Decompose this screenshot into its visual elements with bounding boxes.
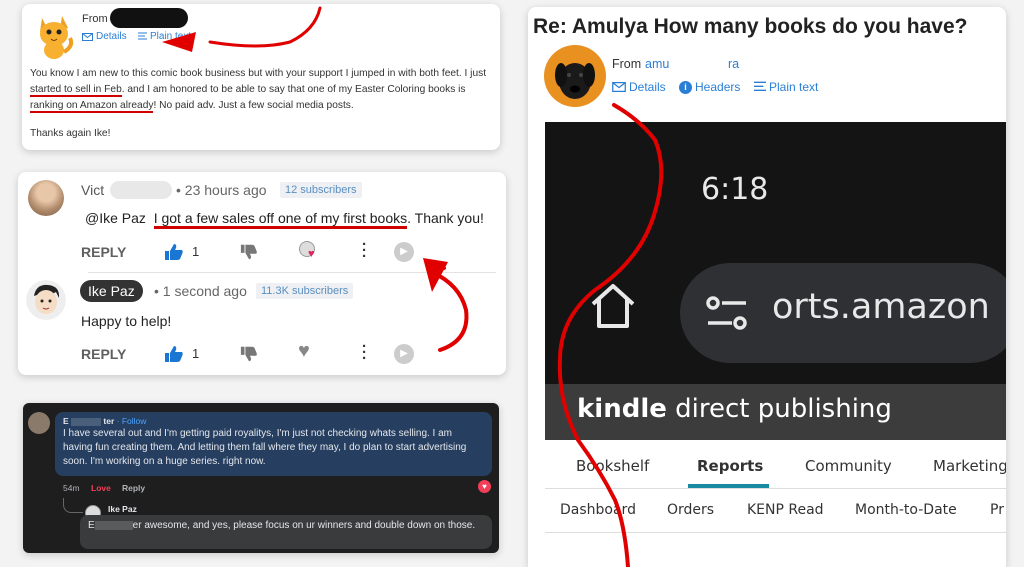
mail-icon <box>612 82 626 92</box>
comment-time: 54m <box>63 483 80 493</box>
info-icon: i <box>679 80 692 94</box>
dislike-icon[interactable] <box>240 243 258 261</box>
comment-text: @Ike Paz I got a few sales off one of my… <box>85 210 484 229</box>
facebook-comments-card: E ter · Follow I have several out and I'… <box>23 403 499 553</box>
reply-text: Happy to help! <box>81 313 172 329</box>
commenter-avatar <box>28 412 50 434</box>
subscriber-badge: 12 subscribers <box>280 182 362 198</box>
comment-bubble: E ter · Follow I have several out and I'… <box>55 412 492 476</box>
reply-text-bubble: Eer awesome, and yes, please focus on ur… <box>80 515 492 549</box>
details-link[interactable]: Details <box>82 31 127 42</box>
like-count: 1 <box>192 244 200 259</box>
text-lines-icon <box>754 81 766 91</box>
tab-bookshelf[interactable]: Bookshelf <box>576 457 649 475</box>
ike-name-badge[interactable]: Ike Paz <box>80 280 143 302</box>
commenter-name-end: ter <box>103 416 115 426</box>
subtab-kenp-read[interactable]: KENP Read <box>747 502 824 518</box>
more-options-icon[interactable]: · · · <box>362 237 367 264</box>
heart-icon: ♥ <box>308 248 315 260</box>
kdp-screenshot: 6:18 orts.amazon kindle direct publishin… <box>545 122 1006 567</box>
email-card-1: From Details Plain text You know I am ne… <box>22 4 500 150</box>
tab-community[interactable]: Community <box>805 457 892 475</box>
tab-reports[interactable]: Reports <box>697 457 763 475</box>
tab-marketing[interactable]: Marketing <box>933 457 1006 475</box>
phone-clock: 6:18 <box>701 172 769 207</box>
cat-avatar <box>40 16 74 59</box>
underlined-sell-text: started to sell in Feb <box>30 84 122 97</box>
reply-link[interactable]: Reply <box>122 483 145 493</box>
like-count: 1 <box>192 346 200 361</box>
kdp-logo: kindle direct publishing <box>577 394 892 424</box>
details-link[interactable]: Details <box>612 80 666 94</box>
reply-button[interactable]: REPLY <box>81 346 126 362</box>
commenter-avatar <box>28 180 64 216</box>
from-label: From <box>82 13 108 25</box>
commenter-name: Vict <box>81 182 105 198</box>
divider <box>545 532 1006 533</box>
follow-link[interactable]: · Follow <box>117 416 147 426</box>
subtab-month-to-date[interactable]: Month-to-Date <box>855 502 957 518</box>
plain-text-link[interactable]: Plain text <box>754 80 818 94</box>
url-bar[interactable]: orts.amazon <box>680 263 1006 363</box>
dislike-icon[interactable] <box>240 345 258 363</box>
divider <box>545 488 1006 489</box>
love-reaction-icon: ♥ <box>478 480 491 493</box>
redacted-name <box>71 417 102 426</box>
plain-text-link[interactable]: Plain text <box>138 31 191 42</box>
email-card-2: Re: Amulya How many books do you have? F… <box>528 7 1006 567</box>
divider <box>88 272 496 273</box>
subtab-prior[interactable]: Pr <box>990 502 1004 518</box>
comment-text: I have several out and I'm getting paid … <box>63 428 467 467</box>
redacted-name <box>94 520 133 530</box>
comment-time: • 1 second ago <box>154 283 247 299</box>
subtab-dashboard[interactable]: Dashboard <box>560 502 636 518</box>
dog-avatar <box>544 45 606 107</box>
commenter-name-start: E <box>63 416 69 426</box>
headers-link[interactable]: i Headers <box>679 80 740 94</box>
sender-address-start[interactable]: amu <box>645 57 669 71</box>
creator-heart-icon[interactable]: ♥ <box>299 241 319 261</box>
reply-button[interactable]: REPLY <box>81 244 126 260</box>
site-settings-icon[interactable] <box>706 295 748 331</box>
email-body: You know I am new to this comic book bus… <box>30 68 487 113</box>
phone-browser: 6:18 orts.amazon <box>545 122 1006 384</box>
comment-time: • 23 hours ago <box>176 182 267 198</box>
from-label: From <box>612 57 642 71</box>
ike-avatar <box>26 280 66 320</box>
heart-outline-icon[interactable]: ♥ <box>298 340 310 363</box>
home-icon[interactable] <box>587 280 639 332</box>
share-icon[interactable]: ▶ <box>394 242 414 262</box>
subscriber-badge: 11.3K subscribers <box>256 283 354 299</box>
redacted-sender <box>110 8 188 28</box>
share-icon[interactable]: ▶ <box>394 344 414 364</box>
sender-address-end[interactable]: ra <box>728 57 739 71</box>
text-lines-icon <box>138 32 147 40</box>
kdp-header: kindle direct publishing <box>545 384 1006 440</box>
subtab-orders[interactable]: Orders <box>667 502 714 518</box>
reply-text: Eer awesome, and yes, please focus on ur… <box>88 520 476 531</box>
url-text: orts.amazon <box>772 287 990 327</box>
youtube-comments-card: Vict • 23 hours ago 12 subscribers @Ike … <box>18 172 506 375</box>
love-reaction-link[interactable]: Love <box>91 483 111 493</box>
thanks-text: Thanks again Ike! <box>30 128 111 139</box>
email-subject: Re: Amulya How many books do you have? <box>533 15 968 38</box>
like-icon[interactable] <box>164 243 184 261</box>
mail-icon <box>82 32 93 41</box>
underlined-sales-text: I got a few sales off one of my first bo… <box>153 210 408 229</box>
underlined-ranking-text: ranking on Amazon already <box>30 100 154 113</box>
more-options-icon[interactable]: · · · <box>362 339 367 366</box>
reply-author: Ike Paz <box>108 504 137 514</box>
like-icon[interactable] <box>164 345 184 363</box>
redacted-name <box>110 181 172 199</box>
